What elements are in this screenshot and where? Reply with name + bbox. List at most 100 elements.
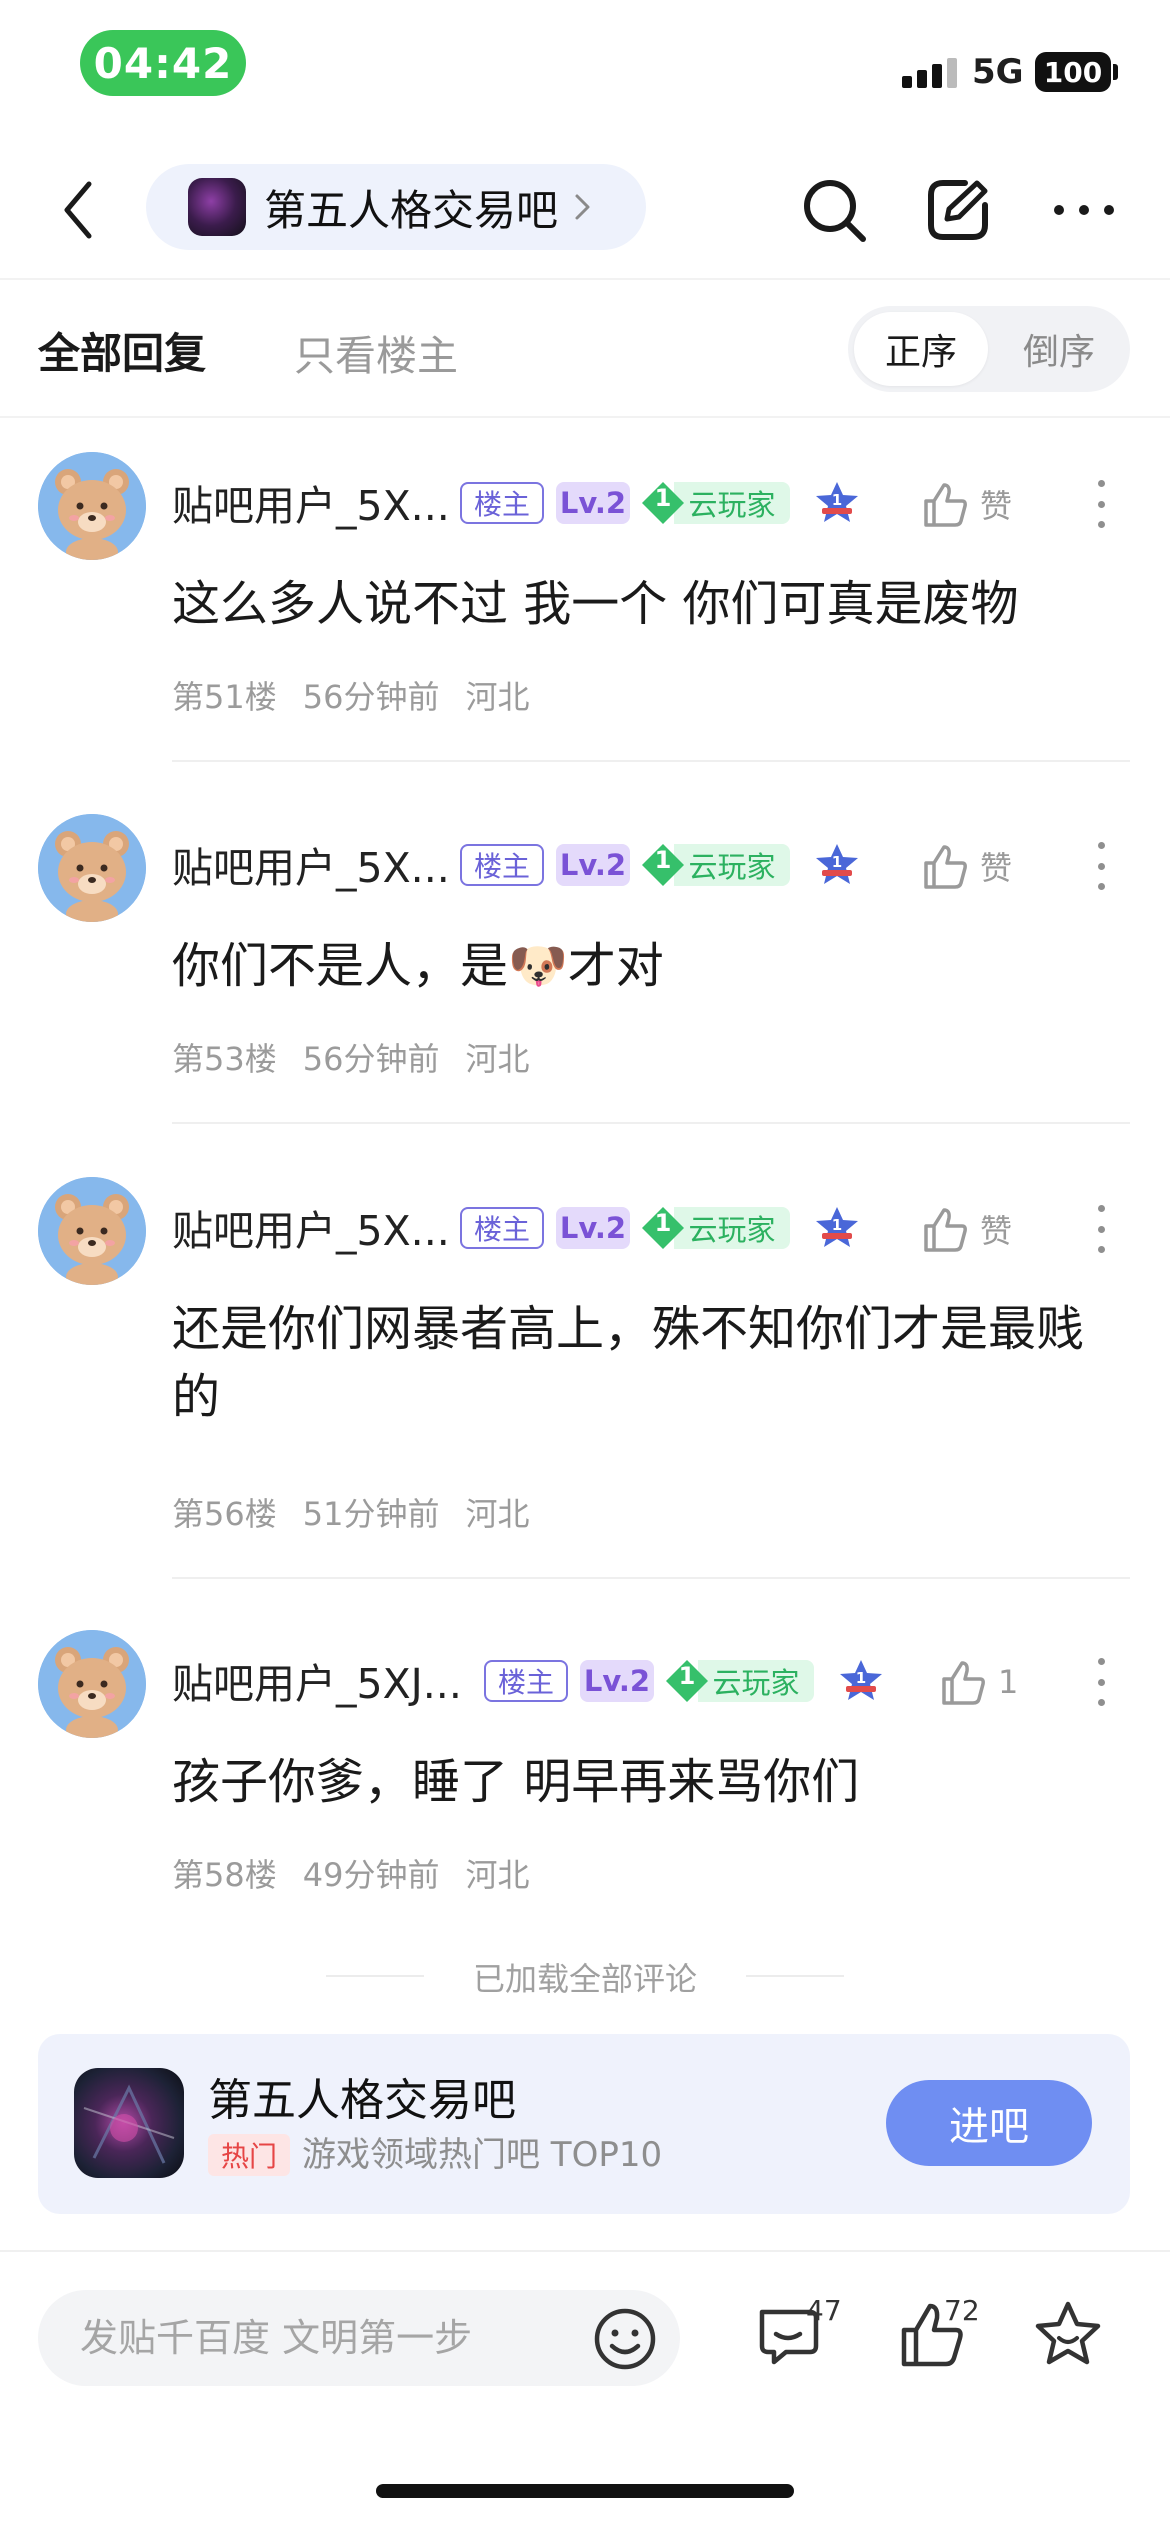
status-time: 04:42 — [80, 30, 246, 96]
user-avatar[interactable] — [38, 1177, 146, 1285]
forum-card-name: 第五人格交易吧 — [208, 2075, 516, 2126]
comment-text: 你们不是人，是🐶才对 — [172, 938, 664, 994]
floor-number: 第53楼 — [172, 1040, 277, 1078]
favorite-star-icon[interactable] — [1032, 2298, 1112, 2378]
thumbs-up-icon — [924, 845, 967, 889]
like-count: 72 — [944, 2294, 980, 2327]
tab-all-replies[interactable]: 全部回复 — [38, 320, 206, 381]
filter-bar: 全部回复 只看楼主 正序 倒序 — [0, 278, 1170, 418]
forum-card-description: 游戏领域热门吧 TOP10 — [302, 2135, 663, 2175]
cloud-level-number: 1 — [654, 1209, 672, 1237]
comment-more-icon[interactable] — [1088, 1199, 1114, 1259]
like-label: 赞 — [980, 1212, 1013, 1250]
comment-count: 47 — [806, 2294, 842, 2327]
comment-text: 还是你们网暴者高上，殊不知你们才是最贱的 — [172, 1301, 1085, 1425]
battery-tip — [1113, 64, 1118, 80]
forum-title: 第五人格交易吧 — [264, 185, 559, 235]
cloud-player-badge: 云玩家 1 — [640, 482, 790, 524]
post-time: 49分钟前 — [302, 1856, 440, 1894]
comment-divider — [172, 760, 1130, 762]
like-button[interactable]: 赞 — [920, 1199, 1012, 1259]
comment-meta: 第51楼 56分钟前 河北 — [172, 672, 555, 718]
cloud-player-text: 云玩家 — [674, 482, 790, 524]
emoji-icon[interactable] — [592, 2306, 658, 2372]
comment-divider — [172, 1122, 1130, 1124]
comment-meta: 第53楼 56分钟前 河北 — [172, 1034, 555, 1080]
signal-icon — [902, 58, 957, 88]
thumbs-up-icon — [924, 483, 967, 527]
reply-input[interactable] — [80, 2290, 580, 2386]
all-loaded-text: 已加载全部评论 — [472, 1960, 697, 1998]
join-forum-button[interactable]: 进吧 — [886, 2080, 1092, 2166]
post-location: 河北 — [465, 1040, 530, 1078]
home-indicator — [376, 2484, 794, 2498]
user-avatar[interactable] — [38, 814, 146, 922]
reply-input-box[interactable] — [38, 2290, 680, 2386]
network-type: 5G — [972, 52, 1024, 92]
level-badge: Lv.2 — [556, 1207, 630, 1249]
rank-number: 1 — [832, 853, 842, 871]
rank-badge-icon: 1 — [814, 842, 860, 888]
like-label: 赞 — [980, 487, 1013, 525]
like-button[interactable]: 1 — [938, 1652, 1018, 1712]
cloud-player-badge: 云玩家 1 — [664, 1660, 814, 1702]
rank-badge-icon: 1 — [838, 1658, 884, 1704]
comment-more-icon[interactable] — [1088, 1652, 1114, 1712]
cloud-level-number: 1 — [654, 846, 672, 874]
cloud-player-text: 云玩家 — [674, 844, 790, 886]
rank-number: 1 — [856, 1669, 866, 1687]
post-location: 河北 — [465, 1856, 530, 1894]
comment-meta: 第58楼 49分钟前 河北 — [172, 1850, 555, 1896]
cloud-player-badge: 云玩家 1 — [640, 844, 790, 886]
like-button[interactable]: 赞 — [920, 474, 1012, 534]
hot-badge: 热门 — [208, 2134, 290, 2176]
battery-icon: 100 — [1035, 52, 1111, 92]
share-icon[interactable] — [920, 172, 996, 248]
post-location: 河北 — [465, 678, 530, 716]
comment-text: 这么多人说不过 我一个 你们可真是废物 — [172, 576, 1019, 632]
search-icon[interactable] — [796, 172, 872, 248]
user-avatar[interactable] — [38, 452, 146, 560]
cloud-player-badge: 云玩家 1 — [640, 1207, 790, 1249]
cloud-level-number: 1 — [654, 484, 672, 512]
floor-number: 第51楼 — [172, 678, 277, 716]
sort-toggle: 正序 倒序 — [848, 306, 1130, 392]
thumbs-up-icon — [942, 1661, 985, 1705]
post-time: 51分钟前 — [302, 1495, 440, 1533]
forum-title-pill[interactable]: 第五人格交易吧 — [146, 164, 646, 250]
like-button[interactable]: 赞 — [920, 836, 1012, 896]
sort-descending-button[interactable]: 倒序 — [994, 312, 1124, 386]
level-badge: Lv.2 — [556, 482, 630, 524]
like-label: 1 — [998, 1663, 1019, 1701]
comment-more-icon[interactable] — [1088, 474, 1114, 534]
username[interactable]: 贴吧用户_5XJ... — [172, 1650, 462, 1710]
host-badge: 楼主 — [460, 1207, 544, 1249]
post-time: 56分钟前 — [302, 1040, 440, 1078]
host-badge: 楼主 — [484, 1660, 568, 1702]
level-badge: Lv.2 — [556, 844, 630, 886]
forum-avatar — [74, 2068, 184, 2178]
forum-card[interactable]: 第五人格交易吧 热门 游戏领域热门吧 TOP10 进吧 — [38, 2034, 1130, 2214]
level-badge: Lv.2 — [580, 1660, 654, 1702]
sort-ascending-button[interactable]: 正序 — [854, 312, 988, 386]
post-location: 河北 — [465, 1495, 530, 1533]
username[interactable]: 贴吧用户_5X... — [172, 834, 450, 894]
back-icon[interactable] — [48, 174, 108, 246]
username[interactable]: 贴吧用户_5X... — [172, 1197, 450, 1257]
cloud-level-number: 1 — [678, 1662, 696, 1690]
user-avatar[interactable] — [38, 1630, 146, 1738]
host-badge: 楼主 — [460, 844, 544, 886]
forum-mini-avatar — [188, 178, 246, 236]
chevron-right-icon — [575, 194, 590, 220]
comment-meta: 第56楼 51分钟前 河北 — [172, 1489, 555, 1535]
bottom-separator — [0, 2250, 1170, 2252]
like-label: 赞 — [980, 849, 1013, 887]
status-bar: 04:42 5G 100 — [0, 0, 1170, 130]
rank-number: 1 — [832, 1216, 842, 1234]
comment-more-icon[interactable] — [1088, 836, 1114, 896]
cloud-player-text: 云玩家 — [698, 1660, 814, 1702]
tab-host-only[interactable]: 只看楼主 — [294, 322, 458, 382]
loaded-divider-right — [746, 1975, 844, 1977]
username[interactable]: 贴吧用户_5X... — [172, 472, 450, 532]
more-icon[interactable] — [1046, 172, 1122, 248]
